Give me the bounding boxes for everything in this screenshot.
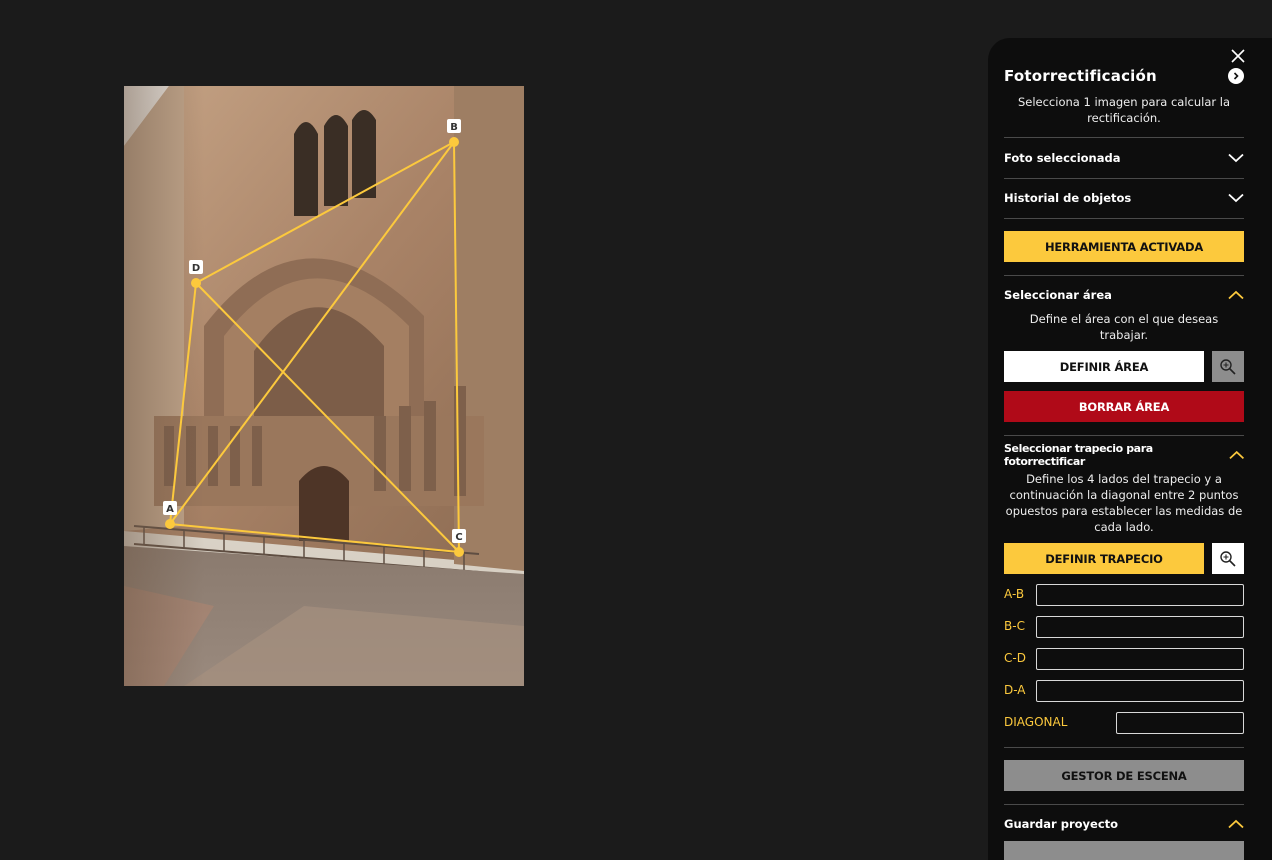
measure-diagonal-label: DIAGONAL (1004, 715, 1068, 729)
trapezoid-overlay[interactable]: A B C D (124, 86, 524, 686)
divider (1004, 747, 1244, 748)
measure-cd-label: C-D (1004, 651, 1026, 665)
section-seleccionar-area[interactable]: Seleccionar área (1004, 285, 1244, 305)
point-c[interactable]: C (452, 529, 466, 557)
gestor-de-escena-button[interactable]: GESTOR DE ESCENA (1004, 760, 1244, 791)
section-seleccionar-trapecio[interactable]: Seleccionar trapecio para fotorrectifica… (1004, 442, 1244, 468)
point-a[interactable]: A (163, 501, 177, 529)
chevron-up-icon (1228, 290, 1244, 300)
guardar-proyecto-button-partial[interactable] (1004, 841, 1244, 860)
section-foto-seleccionada-label: Foto seleccionada (1004, 151, 1121, 165)
area-description: Define el área con el que deseas trabaja… (1029, 312, 1219, 342)
chevron-up-icon (1228, 819, 1244, 829)
measure-bc-label: B-C (1004, 619, 1025, 633)
section-seleccionar-area-label: Seleccionar área (1004, 288, 1112, 302)
edge-b-c (453, 141, 460, 553)
measure-ab-input[interactable] (1036, 584, 1244, 606)
divider (1004, 178, 1244, 179)
point-b[interactable]: B (447, 119, 461, 147)
edge-d-b (195, 141, 455, 284)
section-historial-label: Historial de objetos (1004, 191, 1132, 205)
divider (1004, 218, 1244, 219)
point-c-label: C (455, 532, 462, 543)
divider (1004, 137, 1244, 138)
point-a-label: A (166, 504, 174, 515)
herramienta-activada-button[interactable]: HERRAMIENTA ACTIVADA (1004, 231, 1244, 262)
definir-area-button[interactable]: DEFINIR ÁREA (1004, 351, 1204, 382)
close-icon[interactable] (1230, 48, 1246, 64)
section-guardar-proyecto[interactable]: Guardar proyecto (1004, 814, 1244, 834)
measure-diagonal-input[interactable] (1116, 712, 1244, 734)
chevron-right-icon[interactable] (1228, 68, 1244, 84)
point-d[interactable]: D (189, 260, 203, 288)
definir-trapecio-button[interactable]: DEFINIR TRAPECIO (1004, 543, 1204, 574)
panel-subtitle: Selecciona 1 imagen para calcular la rec… (1017, 95, 1231, 125)
zoom-trapecio-icon[interactable] (1212, 543, 1244, 574)
edge-c-a (169, 523, 460, 553)
edge-d-c (195, 282, 460, 553)
measure-bc-input[interactable] (1036, 616, 1244, 638)
chevron-down-icon (1228, 153, 1244, 163)
fotorrectificacion-panel: Fotorrectificación Selecciona 1 imagen p… (988, 38, 1272, 860)
measure-cd-input[interactable] (1036, 648, 1244, 670)
trapecio-description: Define los 4 lados del trapecio y a cont… (1005, 472, 1243, 534)
section-guardar-proyecto-label: Guardar proyecto (1004, 817, 1119, 831)
measure-da-label: D-A (1004, 683, 1026, 697)
borrar-area-button[interactable]: BORRAR ÁREA (1004, 391, 1244, 422)
measure-da-input[interactable] (1036, 680, 1244, 702)
zoom-area-icon[interactable] (1212, 351, 1244, 382)
measure-ab-label: A-B (1004, 587, 1025, 601)
section-foto-seleccionada[interactable]: Foto seleccionada (1004, 148, 1244, 168)
section-seleccionar-trapecio-label: Seleccionar trapecio para fotorrectifica… (1004, 442, 1153, 468)
point-d-label: D (192, 263, 200, 274)
divider (1004, 275, 1244, 276)
panel-title: Fotorrectificación (1004, 67, 1157, 85)
edge-a-d (169, 282, 197, 525)
point-b-label: B (450, 122, 458, 133)
section-historial[interactable]: Historial de objetos (1004, 188, 1244, 208)
divider (1004, 435, 1244, 436)
divider (1004, 804, 1244, 805)
edge-a-b (169, 141, 455, 525)
chevron-down-icon (1228, 193, 1244, 203)
chevron-up-icon (1228, 450, 1244, 460)
photo-canvas[interactable]: A B C D (124, 86, 524, 686)
